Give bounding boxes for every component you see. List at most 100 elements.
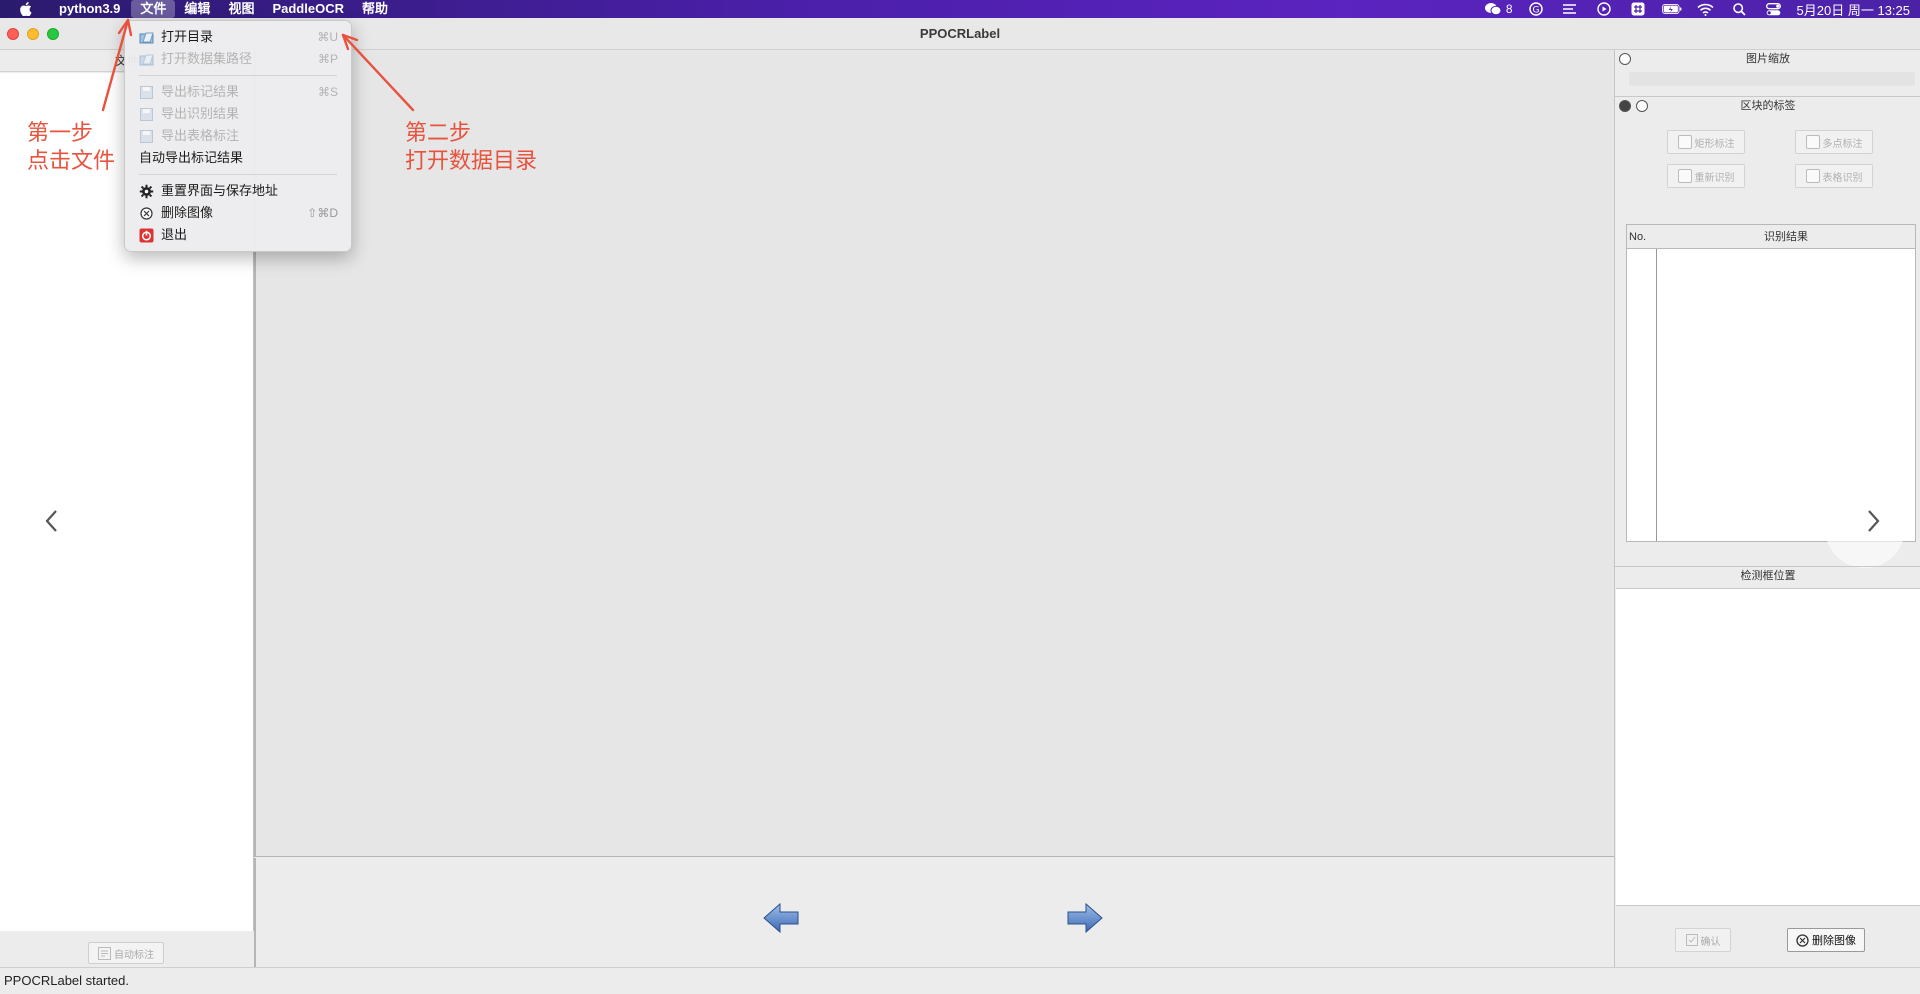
menu-paddleocr[interactable]: PaddleOCR [263,0,353,18]
save-icon [140,86,153,99]
labels-panel-float-button[interactable] [1636,100,1648,112]
control-center-icon[interactable] [1764,2,1784,16]
re-recognize-text: 重新识别 [1694,172,1735,184]
result-col-no: No. [1629,231,1647,243]
notes-icon[interactable] [1560,2,1580,16]
labels-panel-title: 区块的标签 [1740,100,1796,112]
vpn-icon[interactable]: G [1526,2,1546,16]
menu-item-shortcut: ⌘U [317,30,338,44]
menu-item-export-labels[interactable]: 导出标记结果 ⌘S [125,81,351,103]
checkbox-icon [1685,934,1698,946]
auto-label-icon [98,946,111,960]
gear-icon [139,184,154,199]
menu-item-label: 删除图像 [161,205,214,220]
re-recognize-icon [1677,169,1692,183]
menu-separator [139,174,337,175]
apple-logo-icon[interactable] [16,2,34,16]
menu-item-label: 打开数据集路径 [161,51,253,66]
result-column-divider [1656,249,1657,541]
re-recognize-button[interactable]: 重新识别 [1667,164,1745,188]
menu-item-open-dataset[interactable]: 打开数据集路径 ⌘P [125,48,351,70]
menu-item-label: 重置界面与保存地址 [161,183,279,198]
menu-view[interactable]: 视图 [219,0,263,18]
menu-file[interactable]: 文件 [131,0,176,18]
prev-image-button[interactable] [762,898,802,938]
menu-item-label: 导出表格标注 [161,128,240,143]
auto-label-button-label: 自动标注 [114,949,154,961]
next-image-button[interactable] [1064,898,1104,938]
annotation-step2-title: 第二步 [405,121,472,146]
zoom-panel-header: 图片缩放 [1615,50,1920,68]
input-method-icon[interactable] [1628,2,1648,16]
menu-item-label: 自动导出标记结果 [139,150,244,165]
menu-item-label: 导出识别结果 [161,106,240,121]
wechat-icon[interactable] [1483,2,1503,16]
menu-item-open-dir[interactable]: 打开目录 ⌘U [125,26,351,48]
menu-item-label: 打开目录 [161,29,214,44]
status-menu-area: 8 G 5月20日 周一 13:25 [1476,0,1920,18]
chevron-right-icon[interactable] [1861,506,1885,536]
save-icon [140,130,153,143]
menu-item-delete-image[interactable]: 删除图像 ⇧⌘D [125,202,351,224]
open-folder-icon [139,32,154,44]
polygon-label-button[interactable]: 多点标注 [1795,130,1873,154]
menu-item-shortcut: ⌘P [317,52,338,66]
annotation-step1: 第一步 点击文件 [27,120,115,176]
wifi-icon[interactable] [1696,2,1716,16]
menu-item-label: 导出标记结果 [161,84,240,99]
menu-item-shortcut: ⇧⌘D [307,206,338,220]
rect-label-icon [1677,135,1692,149]
zoom-slider[interactable] [1629,72,1915,86]
menubar-clock[interactable]: 5月20日 周一 13:25 [1797,0,1910,19]
menu-item-reset-ui[interactable]: 重置界面与保存地址 [125,180,351,202]
system-menu-bar: python3.9 文件 编辑 视图 PaddleOCR 帮助 8 G 5月20… [0,0,1920,18]
menu-item-shortcut: ⌘S [317,85,338,99]
status-bar: PPOCRLabel started. [0,967,1920,993]
file-menu-dropdown: 打开目录 ⌘U 打开数据集路径 ⌘P 导出标记结果 ⌘S 导出识别结果 导出表格… [124,20,352,252]
wechat-badge-count: 8 [1505,2,1513,16]
menu-edit[interactable]: 编辑 [175,0,219,18]
menu-app-name[interactable]: python3.9 [50,0,129,18]
zoom-panel-float-button[interactable] [1619,53,1631,65]
polygon-label-text: 多点标注 [1822,138,1863,150]
polygon-label-icon [1805,135,1820,149]
menu-item-export-rec[interactable]: 导出识别结果 [125,103,351,125]
save-icon [140,108,153,121]
bbox-position-list[interactable] [1616,588,1920,906]
quit-icon [139,228,154,243]
open-folder-icon [139,54,154,66]
confirm-button-label: 确认 [1700,936,1721,948]
menu-separator [139,75,337,76]
table-recognize-button[interactable]: 表格识别 [1795,164,1873,188]
menu-help[interactable]: 帮助 [353,0,397,18]
auto-label-button[interactable]: 自动标注 [88,942,164,964]
labels-panel-close-button[interactable] [1619,100,1631,112]
result-col-text: 识别结果 [1764,231,1808,243]
zoom-panel-title: 图片缩放 [1746,53,1790,65]
delete-image-icon [1796,933,1809,947]
delete-image-button-label: 删除图像 [1812,935,1856,947]
search-icon[interactable] [1730,2,1750,16]
chevron-left-icon[interactable] [40,506,64,536]
right-dock-panel: 图片缩放 区块的标签 矩形标注 多点标注 重新识别 表格识别 No. 识别结果 … [1614,50,1920,967]
menu-item-auto-export[interactable]: 自动导出标记结果 [125,147,351,169]
result-table-header: No. 识别结果 [1627,225,1915,249]
menu-item-quit[interactable]: 退出 [125,224,351,246]
confirm-button[interactable]: 确认 [1675,928,1731,952]
menu-item-label: 退出 [161,227,188,242]
rect-label-text: 矩形标注 [1694,138,1735,150]
bbox-panel-header: 检测框位置 [1615,566,1920,584]
annotation-step1-text: 点击文件 [27,149,116,174]
battery-icon [1661,2,1682,16]
labels-panel-header: 区块的标签 [1615,96,1920,114]
status-message: PPOCRLabel started. [4,973,130,988]
table-recognize-text: 表格识别 [1822,172,1863,184]
thumbnail-strip [254,858,1614,967]
svg-text:G: G [1532,6,1539,16]
delete-image-button[interactable]: 删除图像 [1787,928,1865,952]
annotation-step2-text: 打开数据目录 [405,149,538,174]
play-icon[interactable] [1594,2,1614,16]
annotation-step2: 第二步 打开数据目录 [405,120,537,176]
rect-label-button[interactable]: 矩形标注 [1667,130,1745,154]
menu-item-export-table[interactable]: 导出表格标注 [125,125,351,147]
